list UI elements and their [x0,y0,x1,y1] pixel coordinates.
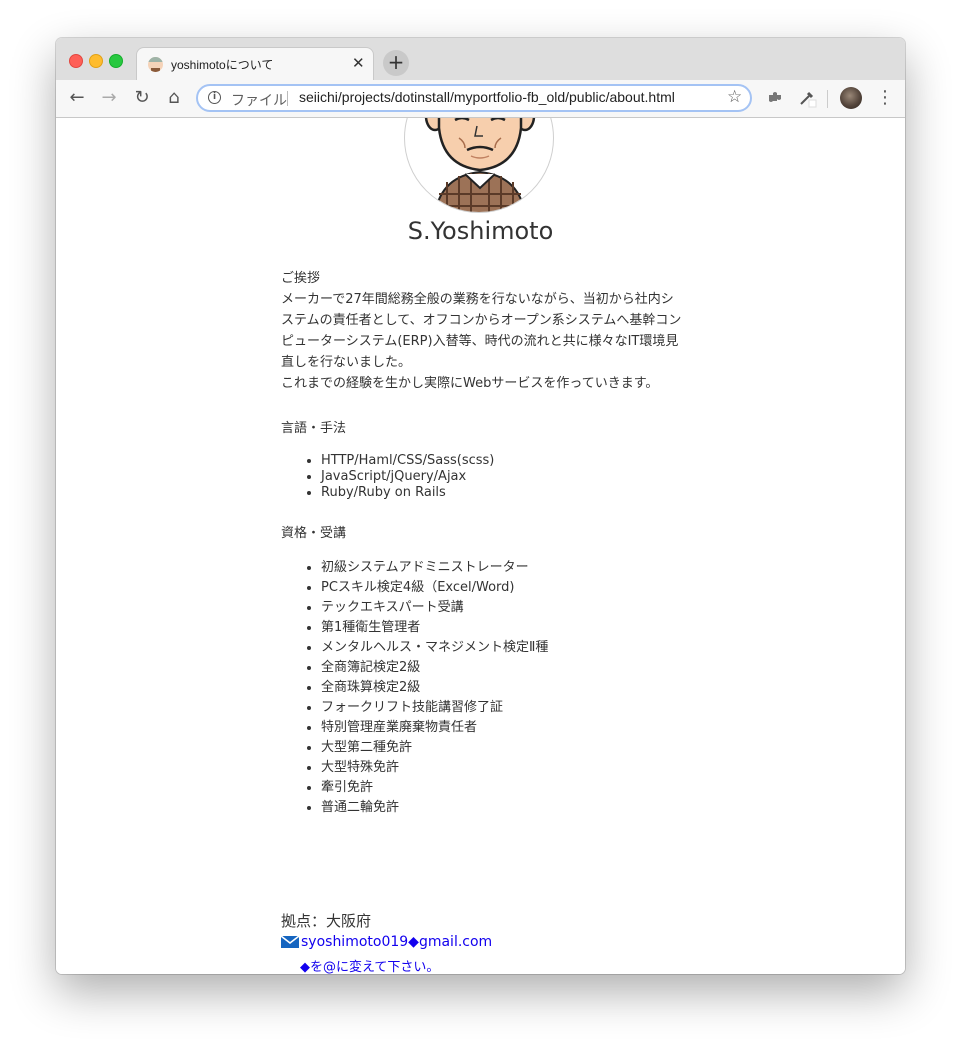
email-address[interactable]: syoshimoto019◆gmail.com [301,934,492,950]
scheme-label: ファイル [231,92,287,108]
profile-avatar[interactable] [840,87,862,109]
tab-bar: yoshimotoについて ✕ + [56,38,905,80]
list-item: 全商珠算検定2級 [321,678,686,698]
bookmark-star-icon[interactable]: ☆ [727,87,742,107]
greeting-body-2: これまでの経験を生かし実際にWebサービスを作っていきます。 [281,376,659,391]
skills-heading: 言語・手法 [281,421,347,436]
list-item: 大型第二種免許 [321,738,686,758]
portrait-illustration [424,118,536,212]
list-item: 普通二輪免許 [321,798,686,818]
page-viewport: S.Yoshimoto ご挨拶 メーカーで27年間総務全般の業務を行ないながら、… [56,118,905,974]
url-text[interactable]: seiichi/projects/dotinstall/myportfolio-… [299,89,675,105]
list-item: HTTP/Haml/CSS/Sass(scss) [321,453,686,469]
profile-content: ご挨拶 メーカーで27年間総務全般の業務を行ないながら、当初から社内システムの責… [281,268,686,818]
favicon-icon [148,57,163,72]
list-item: テックエキスパート受講 [321,598,686,618]
tab-close-icon[interactable]: ✕ [352,54,365,72]
browser-window: yoshimotoについて ✕ + ← → ↻ ⌂ i ファイル seiichi… [56,38,905,974]
list-item: 初級システムアドミニストレーター [321,558,686,578]
close-window-button[interactable] [69,54,83,68]
toolbar-divider [827,90,828,108]
maximize-window-button[interactable] [109,54,123,68]
list-item: JavaScript/jQuery/Ajax [321,469,686,485]
eyedropper-icon[interactable] [797,88,817,108]
greeting-heading: ご挨拶 [281,271,321,286]
list-item: 大型特殊免許 [321,758,686,778]
greeting-body: メーカーで27年間総務全般の業務を行ないながら、当初から社内システムの責任者とし… [281,292,682,370]
list-item: メンタルヘルス・マネジメント検定Ⅱ種 [321,638,686,658]
home-icon[interactable]: ⌂ [163,87,185,109]
email-link[interactable]: syoshimoto019◆gmail.com [281,934,492,950]
tab-title: yoshimotoについて [171,58,274,72]
list-item: 牽引免許 [321,778,686,798]
back-icon[interactable]: ← [66,87,88,109]
profile-portrait [404,118,554,213]
menu-icon[interactable]: ⋮ [876,87,894,109]
qualifications-list: 初級システムアドミニストレーター PCスキル検定4級（Excel/Word) テ… [281,558,686,818]
list-item: Ruby/Ruby on Rails [321,485,686,501]
email-note: ◆を@に変えて下さい。 [300,960,440,974]
skills-list: HTTP/Haml/CSS/Sass(scss) JavaScript/jQue… [281,453,686,501]
list-item: フォークリフト技能講習修了証 [321,698,686,718]
profile-name: S.Yoshimoto [407,217,554,245]
list-item: 全商簿記検定2級 [321,658,686,678]
list-item: 特別管理産業廃棄物責任者 [321,718,686,738]
address-bar[interactable]: i ファイル seiichi/projects/dotinstall/mypor… [196,84,752,112]
list-item: 第1種衛生管理者 [321,618,686,638]
minimize-window-button[interactable] [89,54,103,68]
list-item: PCスキル検定4級（Excel/Word) [321,578,686,598]
browser-toolbar: ← → ↻ ⌂ i ファイル seiichi/projects/dotinsta… [56,80,905,118]
mail-icon [281,936,299,948]
new-tab-button[interactable]: + [383,50,409,76]
reload-icon[interactable]: ↻ [131,87,153,109]
forward-icon[interactable]: → [98,87,120,109]
qualifications-heading: 資格・受講 [281,526,347,541]
greeting-section: ご挨拶 メーカーで27年間総務全般の業務を行ないながら、当初から社内システムの責… [281,268,686,394]
info-icon[interactable]: i [208,91,221,104]
extension-puzzle-icon[interactable] [767,90,783,106]
location-text: 拠点：大阪府 [281,912,372,930]
tab-active[interactable]: yoshimotoについて ✕ [136,47,374,80]
omnibox-divider [287,91,288,106]
